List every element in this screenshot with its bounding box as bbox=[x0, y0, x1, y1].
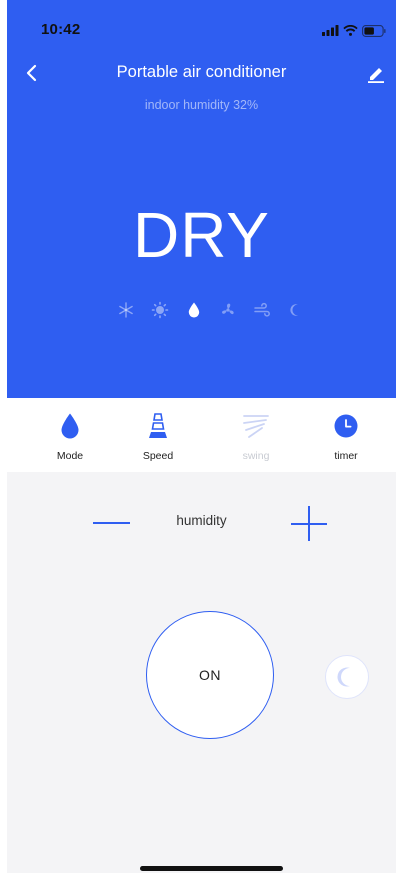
mode-selector bbox=[111, 301, 311, 321]
edit-button[interactable] bbox=[366, 64, 386, 84]
sleep-mode-button[interactable] bbox=[325, 655, 369, 699]
control-panel: humidity ON bbox=[7, 472, 396, 873]
swing-label: swing bbox=[242, 450, 270, 462]
current-mode-display: DRY bbox=[133, 199, 270, 271]
fan-icon[interactable] bbox=[219, 301, 237, 319]
page-title: Portable air conditioner bbox=[116, 63, 287, 81]
water-drop-icon bbox=[61, 413, 79, 439]
swing-louver-icon bbox=[243, 415, 269, 438]
status-bar: 10:42 bbox=[7, 0, 396, 50]
battery-icon bbox=[362, 25, 386, 37]
speed-label: Speed bbox=[142, 450, 174, 462]
indoor-humidity-readout: indoor humidity 32% bbox=[144, 98, 259, 112]
clock-icon bbox=[334, 414, 358, 438]
status-time: 10:42 bbox=[41, 21, 81, 38]
increase-humidity-button[interactable] bbox=[287, 506, 331, 542]
target-setting-label: humidity bbox=[176, 513, 227, 528]
app-frame: 10:42 Portable air conditioner indoor hu… bbox=[7, 0, 396, 873]
timer-button[interactable]: timer bbox=[306, 412, 386, 472]
mode-label: Mode bbox=[56, 450, 84, 462]
timer-label: timer bbox=[334, 450, 358, 462]
power-label: ON bbox=[199, 667, 221, 683]
moon-icon[interactable] bbox=[287, 301, 305, 319]
mode-hero: 10:42 Portable air conditioner indoor hu… bbox=[7, 0, 396, 398]
windy-icon[interactable] bbox=[253, 301, 271, 319]
snowflake-icon[interactable] bbox=[117, 301, 135, 319]
water-drop-icon[interactable] bbox=[185, 301, 203, 319]
home-indicator bbox=[140, 866, 283, 871]
mode-button[interactable]: Mode bbox=[30, 412, 110, 472]
moon-icon bbox=[337, 667, 350, 687]
pencil-icon bbox=[368, 68, 384, 83]
control-toolbar: Mode Speed swing timer bbox=[7, 398, 396, 472]
sun-icon[interactable] bbox=[151, 301, 169, 319]
swing-button[interactable]: swing bbox=[216, 412, 296, 472]
speed-button[interactable]: Speed bbox=[118, 412, 198, 472]
wifi-icon bbox=[343, 25, 358, 36]
cellular-signal-icon bbox=[322, 25, 339, 36]
speed-level-icon bbox=[149, 413, 167, 438]
power-button[interactable]: ON bbox=[146, 611, 274, 739]
